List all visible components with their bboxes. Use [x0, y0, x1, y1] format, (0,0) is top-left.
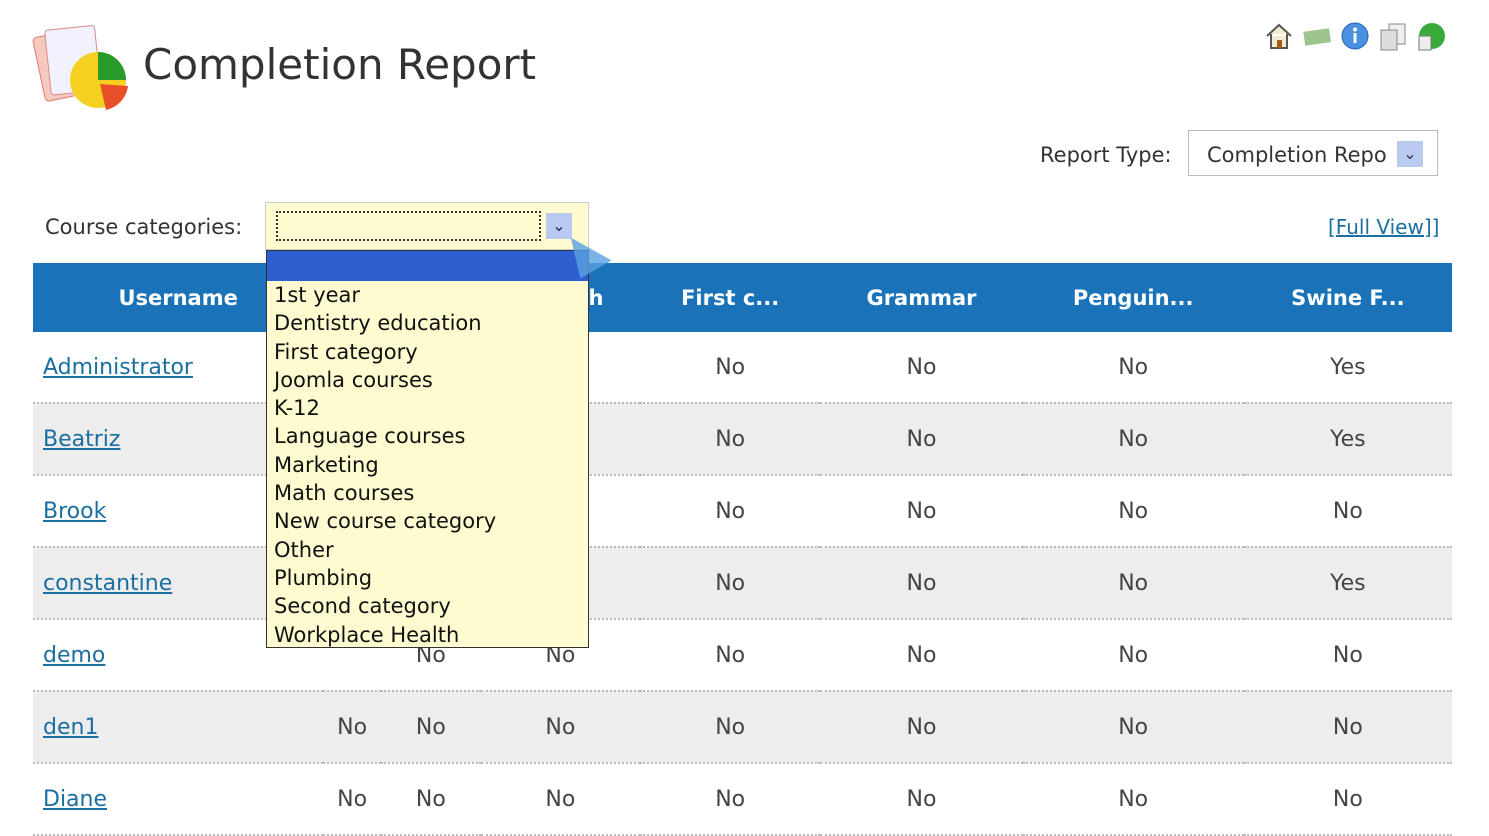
dropdown-option[interactable]: 1st year [267, 281, 588, 309]
completion-cell: No [1022, 547, 1244, 620]
course-categories-dropdown-list[interactable]: 1st year Dentistry education First categor… [266, 250, 589, 648]
completion-cell: No [639, 763, 821, 836]
completion-cell: No [1243, 691, 1452, 764]
completion-cell: No [820, 403, 1023, 476]
completion-cell: No [639, 403, 821, 476]
select-value [276, 211, 541, 241]
completion-cell: No [820, 691, 1023, 764]
column-header[interactable]: First c... [639, 263, 821, 332]
dropdown-option[interactable]: Dentistry education [267, 309, 588, 337]
table-row: constantineNoNoNoNoNoYes [33, 547, 1452, 620]
completion-cell: No [820, 619, 1023, 692]
completion-cell: No [639, 547, 821, 620]
completion-cell: No [480, 763, 640, 836]
table-row: demo No No No No No No [33, 619, 1452, 692]
report-type-label: Report Type: [1040, 143, 1172, 167]
completion-cell: No [480, 691, 640, 764]
completion-cell: No [639, 619, 821, 692]
report-type-value: Completion Repo [1207, 143, 1387, 167]
help-globe-icon[interactable] [1415, 20, 1447, 52]
completion-cell: Yes [1243, 547, 1452, 620]
completion-cell: No [820, 475, 1023, 548]
completion-cell: No [639, 332, 821, 404]
completion-cell: No [1243, 763, 1452, 836]
table-row: den1 No No No No No No No [33, 691, 1452, 764]
completion-cell: No [820, 763, 1023, 836]
message-icon[interactable] [1301, 20, 1333, 52]
dropdown-option[interactable]: First category [267, 338, 588, 366]
course-categories-select[interactable]: ⌄ [265, 202, 589, 250]
completion-cell: No [820, 547, 1023, 620]
course-categories-label: Course categories: [45, 215, 243, 239]
completion-cell: No [1022, 619, 1244, 692]
report-type-select[interactable]: Completion Repo ⌄ [1188, 130, 1438, 176]
username-link[interactable]: Brook [43, 499, 106, 524]
dropdown-option[interactable]: Workplace Health [267, 621, 588, 649]
full-view-link[interactable]: [Full View]] [1328, 215, 1439, 239]
username-link[interactable]: demo [43, 643, 105, 668]
info-icon[interactable] [1339, 20, 1371, 52]
toolbar [1263, 20, 1447, 52]
dropdown-option[interactable] [267, 251, 588, 281]
username-cell: den1 [33, 691, 324, 764]
completion-cell: No [323, 763, 381, 836]
completion-cell: No [1022, 691, 1244, 764]
username-link[interactable]: constantine [43, 571, 172, 596]
dropdown-option[interactable]: Second category [267, 592, 588, 620]
completion-cell: No [1022, 403, 1244, 476]
username-link[interactable]: Beatriz [43, 427, 120, 452]
dropdown-option[interactable]: Math courses [267, 479, 588, 507]
table-row: BrookNoNoNoNoNoNo [33, 475, 1452, 548]
completion-cell: No [323, 691, 381, 764]
completion-table: Usernamedo...EnglishFirst c...GrammarPen… [33, 263, 1452, 836]
column-header[interactable]: Penguin... [1022, 263, 1244, 332]
dropdown-option[interactable]: Joomla courses [267, 366, 588, 394]
username-link[interactable]: Diane [43, 787, 107, 812]
dropdown-option[interactable]: Marketing [267, 451, 588, 479]
completion-cell: No [1243, 475, 1452, 548]
completion-cell: No [380, 763, 481, 836]
dropdown-option[interactable]: Language courses [267, 422, 588, 450]
completion-cell: No [1243, 619, 1452, 692]
report-pie-icon [32, 25, 128, 110]
chevron-down-icon[interactable]: ⌄ [546, 213, 572, 239]
completion-cell: No [1022, 475, 1244, 548]
home-icon[interactable] [1263, 20, 1295, 52]
completion-cell: No [639, 475, 821, 548]
completion-cell: No [639, 691, 821, 764]
completion-cell: No [1022, 332, 1244, 404]
copy-icon[interactable] [1377, 20, 1409, 52]
dropdown-option[interactable]: Plumbing [267, 564, 588, 592]
completion-cell: Yes [1243, 332, 1452, 404]
table-row: BeatrizNoNoNoNoNoYes [33, 403, 1452, 476]
username-cell: Diane [33, 763, 324, 836]
username-link[interactable]: den1 [43, 715, 98, 740]
table-row: Diane No No No No No No No [33, 763, 1452, 836]
completion-cell: No [380, 691, 481, 764]
column-header[interactable]: Grammar [820, 263, 1023, 332]
column-header[interactable]: Swine F... [1243, 263, 1452, 332]
chevron-down-icon[interactable]: ⌄ [1397, 141, 1423, 167]
completion-cell: Yes [1243, 403, 1452, 476]
table-row: AdministratorNoYesNoNoNoYes [33, 332, 1452, 404]
dropdown-option[interactable]: New course category [267, 507, 588, 535]
username-link[interactable]: Administrator [43, 355, 193, 380]
completion-cell: No [1022, 763, 1244, 836]
dropdown-option[interactable]: K-12 [267, 394, 588, 422]
completion-cell: No [820, 332, 1023, 404]
dropdown-option[interactable]: Other [267, 536, 588, 564]
page-title: Completion Report [143, 40, 537, 89]
